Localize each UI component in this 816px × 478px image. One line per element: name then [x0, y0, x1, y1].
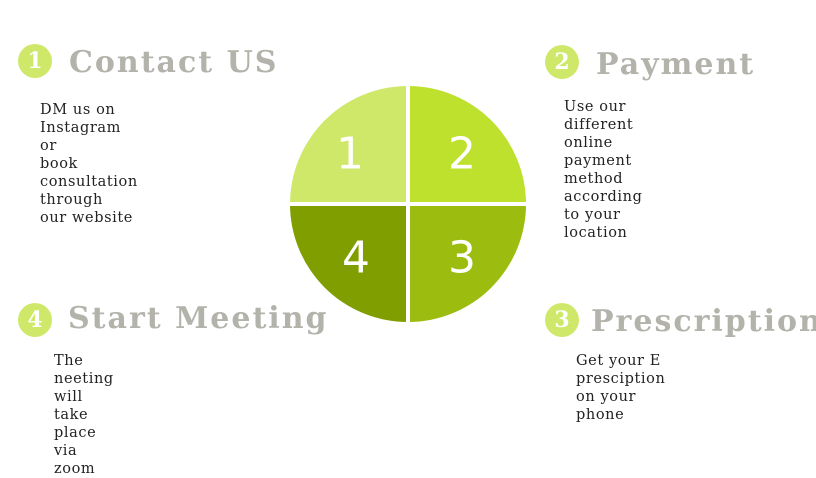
step-description: The neeting will take place via zoom: [54, 353, 114, 477]
process-wheel-graphic: 1 2 3 4: [290, 86, 526, 322]
process-wheel: 1 2 3 4: [290, 86, 526, 322]
wheel-segment-4-label: 4: [342, 233, 370, 284]
step-title: Prescription: [591, 304, 816, 339]
step-description: Use our different online payment method …: [564, 99, 643, 241]
step-description: Get your E presciption on your phone: [576, 353, 666, 423]
wheel-segment-2-label: 2: [448, 129, 476, 180]
step-number-badge: 1: [18, 44, 52, 78]
wheel-segment-1-label: 1: [336, 129, 364, 180]
step-number-badge: 2: [545, 45, 579, 79]
wheel-segment-3-label: 3: [448, 233, 476, 284]
step-title: Contact US: [69, 45, 279, 80]
step-description: DM us on Instagram or book consultation …: [40, 102, 138, 226]
step-number-badge: 4: [18, 303, 52, 337]
step-number-badge: 3: [545, 303, 579, 337]
step-title: Payment: [596, 47, 756, 82]
